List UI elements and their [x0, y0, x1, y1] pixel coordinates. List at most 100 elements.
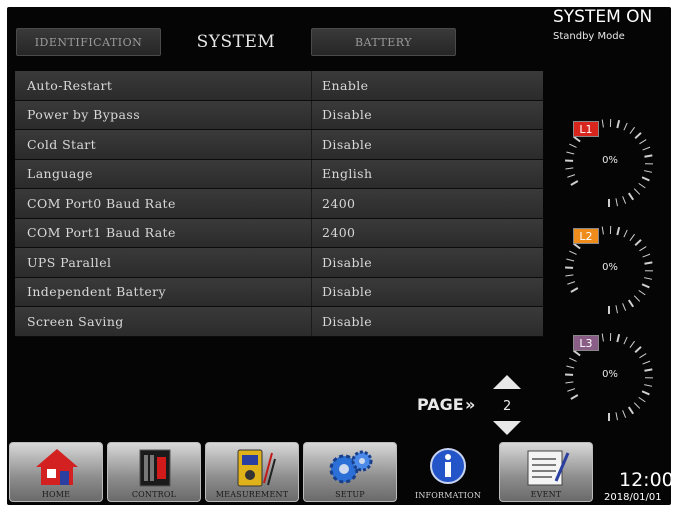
setting-value[interactable]: Disable — [312, 278, 543, 307]
gauge-tick — [638, 289, 646, 296]
gauge-tick — [639, 353, 647, 359]
setting-label: Auto-Restart — [15, 71, 312, 100]
gauge-tag-l1: L1 — [573, 121, 599, 137]
setting-value[interactable]: 2400 — [312, 219, 543, 248]
nav-control-label: CONTROL — [131, 490, 177, 499]
setting-value[interactable]: Disable — [312, 307, 543, 336]
tab-bar: IDENTIFICATION SYSTEM BATTERY — [16, 28, 456, 58]
gauge-tick — [639, 139, 647, 145]
setting-row-com-port0-baud-rate: COM Port0 Baud Rate 2400 — [15, 189, 543, 219]
gauge-tick — [638, 396, 646, 403]
gauge-value-l3: 0% — [602, 369, 618, 380]
page-down-arrow-icon[interactable] — [493, 421, 521, 435]
setting-row-power-by-bypass: Power by Bypass Disable — [15, 100, 543, 130]
setting-label: UPS Parallel — [15, 248, 312, 277]
nav-setup-button[interactable]: SETUP — [303, 442, 397, 502]
setting-row-language: Language English — [15, 159, 543, 189]
gauge-tick — [642, 146, 651, 151]
gauge-tick — [641, 176, 650, 182]
gauge-tick — [642, 253, 651, 258]
system-status-title: SYSTEM ON — [553, 7, 653, 27]
gauge-tick — [566, 258, 575, 262]
gauge-tick — [633, 402, 641, 409]
gauge-tick — [634, 346, 642, 354]
setting-value[interactable]: Disable — [312, 248, 543, 277]
nav-measurement-button[interactable]: MEASUREMENT — [205, 442, 299, 502]
gauge-tick — [622, 410, 627, 418]
load-gauge-l3: L3 0% — [559, 327, 659, 427]
gauge-tick — [569, 143, 577, 148]
gauge-tick — [567, 281, 576, 285]
gauge-tick — [616, 226, 621, 236]
setting-row-cold-start: Cold Start Disable — [15, 130, 543, 160]
load-gauge-l2: L2 0% — [559, 220, 659, 320]
ups-display: IDENTIFICATION SYSTEM BATTERY Auto-Resta… — [7, 7, 671, 505]
gauge-tick — [623, 229, 628, 238]
gauge-tick — [644, 277, 653, 280]
setting-row-auto-restart: Auto-Restart Enable — [15, 71, 543, 101]
setting-value[interactable]: English — [312, 160, 543, 189]
nav-control-button[interactable]: CONTROL — [107, 442, 201, 502]
nav-home-button[interactable]: HOME — [9, 442, 103, 502]
nav-information-button[interactable]: INFORMATION — [401, 442, 495, 502]
gauge-tick — [573, 135, 581, 143]
clock-time: 12:00 — [619, 469, 671, 491]
gauge-tick — [565, 381, 574, 384]
gauge-tick — [566, 365, 575, 369]
page-number: 2 — [503, 399, 512, 414]
gauge-tick — [567, 174, 576, 178]
gauge-tick — [569, 250, 577, 255]
gauge-tick — [627, 299, 635, 308]
gauge-tick — [570, 287, 579, 293]
gauge-tick — [615, 198, 618, 207]
page-label: PAGE — [417, 395, 464, 414]
info-icon — [430, 448, 466, 484]
gauge-tick — [573, 242, 581, 250]
clock-date: 2018/01/01 — [604, 492, 662, 503]
gauge-tick — [641, 390, 650, 396]
gauge-tick — [615, 412, 618, 421]
gauge-tick — [627, 192, 635, 201]
setting-label: COM Port1 Baud Rate — [15, 218, 312, 247]
control-icon — [139, 449, 171, 487]
system-status-mode: Standby Mode — [553, 31, 625, 42]
setting-label: Screen Saving — [15, 307, 312, 336]
page-up-arrow-icon[interactable] — [493, 375, 521, 389]
nav-event-label: EVENT — [530, 490, 562, 499]
gauge-tick — [641, 283, 650, 289]
gauge-tick — [616, 119, 621, 129]
setting-label: Power by Bypass — [15, 100, 312, 129]
setting-value[interactable]: Disable — [312, 130, 543, 159]
tab-battery[interactable]: BATTERY — [311, 28, 456, 56]
gauge-tick — [634, 132, 642, 140]
tab-system[interactable]: SYSTEM — [166, 28, 306, 56]
nav-setup-label: SETUP — [335, 490, 365, 499]
gauge-tick — [627, 406, 635, 415]
gauge-tick — [615, 305, 618, 314]
setting-value[interactable]: Disable — [312, 101, 543, 130]
gauge-tick — [638, 182, 646, 189]
home-icon — [36, 449, 78, 485]
tab-identification[interactable]: IDENTIFICATION — [16, 28, 161, 56]
nav-event-button[interactable]: EVENT — [499, 442, 593, 502]
setting-label: Language — [15, 159, 312, 188]
gauge-value-l2: 0% — [602, 262, 618, 273]
bottom-nav: HOME CONTROL MEASUREMENT SETUP INFORMATI… — [7, 442, 671, 505]
setting-row-screen-saving: Screen Saving Disable — [15, 307, 543, 337]
multimeter-icon — [237, 449, 276, 487]
setting-row-independent-battery: Independent Battery Disable — [15, 277, 543, 307]
nav-information-label: INFORMATION — [414, 491, 482, 500]
gauge-tick — [622, 303, 627, 311]
setting-label: Cold Start — [15, 130, 312, 159]
gauge-tick — [601, 333, 604, 342]
setting-value[interactable]: 2400 — [312, 189, 543, 218]
gauge-tick — [567, 388, 576, 392]
setting-label: COM Port0 Baud Rate — [15, 189, 312, 218]
gauge-tick — [569, 357, 577, 362]
nav-measurement-label: MEASUREMENT — [215, 490, 289, 499]
setting-label: Independent Battery — [15, 277, 312, 306]
gauge-tick — [634, 239, 642, 247]
gauge-tick — [570, 394, 579, 400]
setting-row-ups-parallel: UPS Parallel Disable — [15, 248, 543, 278]
setting-value[interactable]: Enable — [312, 71, 543, 100]
